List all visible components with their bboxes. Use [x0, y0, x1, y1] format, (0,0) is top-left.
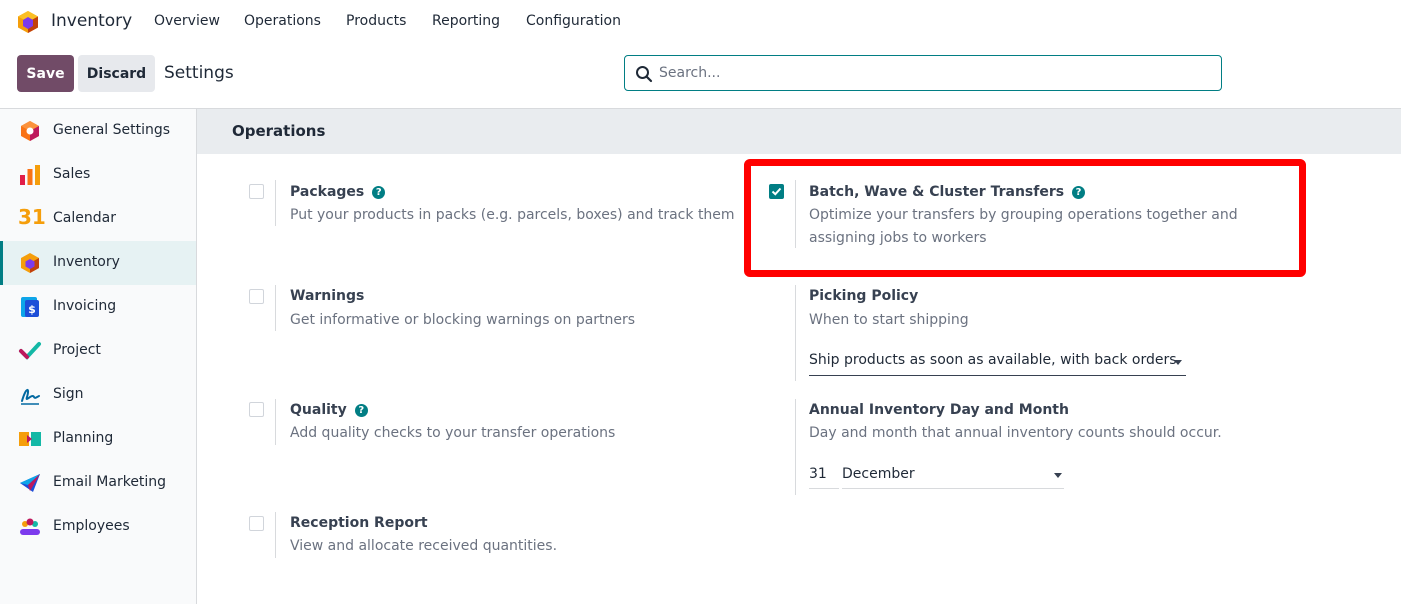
chevron-down-icon	[1054, 473, 1062, 478]
annual-inventory-month-value: December	[842, 466, 915, 482]
section-title: Operations	[232, 122, 326, 140]
annual-inventory-description: Day and month that annual inventory coun…	[809, 425, 1222, 441]
sidebar-item-label: Sales	[53, 166, 91, 182]
picking-policy-select[interactable]: Ship products as soon as available, with…	[809, 352, 1186, 376]
discard-button[interactable]: Discard	[78, 55, 155, 92]
sidebar-item-inventory[interactable]: Inventory	[0, 241, 196, 285]
search-icon	[636, 66, 653, 83]
sign-icon	[21, 389, 40, 405]
nav-products[interactable]: Products	[346, 13, 406, 29]
sidebar-item-general-settings[interactable]: General Settings	[0, 109, 196, 153]
settings-sidebar: General Settings Sales 31 Calendar Inven…	[0, 109, 197, 604]
sidebar-item-invoicing[interactable]: $ Invoicing	[0, 285, 196, 329]
reception-report-checkbox[interactable]	[249, 516, 264, 531]
setting-divider	[275, 512, 276, 558]
packages-checkbox[interactable]	[249, 184, 264, 199]
sidebar-item-sign[interactable]: Sign	[0, 373, 196, 417]
search-bar[interactable]	[624, 55, 1222, 91]
annual-inventory-title: Annual Inventory Day and Month	[809, 402, 1069, 418]
sidebar-item-planning[interactable]: Planning	[0, 417, 196, 461]
picking-policy-description: When to start shipping	[809, 312, 969, 328]
reception-report-description: View and allocate received quantities.	[290, 538, 558, 554]
project-icon	[19, 342, 41, 360]
quality-description: Add quality checks to your transfer oper…	[290, 425, 616, 441]
sidebar-item-sales[interactable]: Sales	[0, 153, 196, 197]
chevron-down-icon	[1174, 360, 1182, 365]
quality-setting: Quality?	[290, 402, 368, 418]
warnings-description: Get informative or blocking warnings on …	[290, 312, 636, 328]
invoicing-icon: $	[21, 297, 39, 317]
annual-inventory-month-select[interactable]: December	[842, 466, 1064, 489]
nav-overview[interactable]: Overview	[154, 13, 220, 29]
packages-description: Put your products in packs (e.g. parcels…	[290, 207, 735, 223]
calendar-icon: 31	[18, 205, 46, 229]
top-navbar: Inventory Overview Operations Products R…	[0, 0, 1401, 42]
setting-divider	[275, 180, 276, 226]
sidebar-item-label: Calendar	[53, 210, 116, 226]
warnings-title: Warnings	[290, 288, 365, 304]
search-input[interactable]	[659, 62, 1209, 84]
warnings-checkbox[interactable]	[249, 289, 264, 304]
nav-operations[interactable]: Operations	[244, 13, 321, 29]
sales-icon	[20, 165, 40, 185]
setting-divider	[275, 399, 276, 445]
page-title: Settings	[164, 63, 234, 83]
general-settings-icon	[21, 121, 39, 141]
app-title[interactable]: Inventory	[51, 11, 132, 31]
sidebar-item-project[interactable]: Project	[0, 329, 196, 373]
highlight-box	[744, 159, 1306, 277]
picking-policy-value: Ship products as soon as available, with…	[809, 352, 1177, 368]
sidebar-item-label: Project	[53, 342, 101, 358]
sidebar-item-label: Inventory	[53, 254, 120, 270]
setting-divider	[795, 399, 796, 495]
reception-report-title: Reception Report	[290, 515, 428, 531]
inventory-app-icon[interactable]	[17, 10, 39, 34]
picking-policy-title: Picking Policy	[809, 288, 919, 304]
nav-configuration[interactable]: Configuration	[526, 13, 621, 29]
help-icon[interactable]: ?	[372, 186, 386, 199]
quality-title: Quality	[290, 402, 347, 418]
planning-icon	[19, 432, 41, 446]
save-button[interactable]: Save	[17, 55, 74, 92]
sidebar-item-label: General Settings	[53, 122, 171, 138]
sidebar-item-employees[interactable]: Employees	[0, 505, 196, 549]
packages-setting: Packages?	[290, 184, 386, 200]
sidebar-item-label: Sign	[53, 386, 84, 402]
employees-icon	[20, 518, 40, 535]
sidebar-item-calendar[interactable]: 31 Calendar	[0, 197, 196, 241]
annual-inventory-day-input[interactable]: 31	[809, 466, 839, 489]
help-icon[interactable]: ?	[354, 404, 368, 417]
quality-checkbox[interactable]	[249, 402, 264, 417]
setting-divider	[795, 285, 796, 381]
sidebar-item-label: Employees	[53, 518, 130, 534]
email-marketing-icon	[20, 474, 40, 492]
sidebar-item-label: Planning	[53, 430, 114, 446]
sidebar-item-email-marketing[interactable]: Email Marketing	[0, 461, 196, 505]
setting-divider	[275, 285, 276, 331]
svg-text:$: $	[28, 303, 36, 316]
packages-title: Packages	[290, 184, 365, 200]
nav-reporting[interactable]: Reporting	[432, 13, 500, 29]
sidebar-item-label: Email Marketing	[53, 474, 167, 490]
sidebar-item-label: Invoicing	[53, 298, 117, 314]
section-header: Operations	[197, 109, 1401, 154]
inventory-icon	[21, 253, 39, 273]
